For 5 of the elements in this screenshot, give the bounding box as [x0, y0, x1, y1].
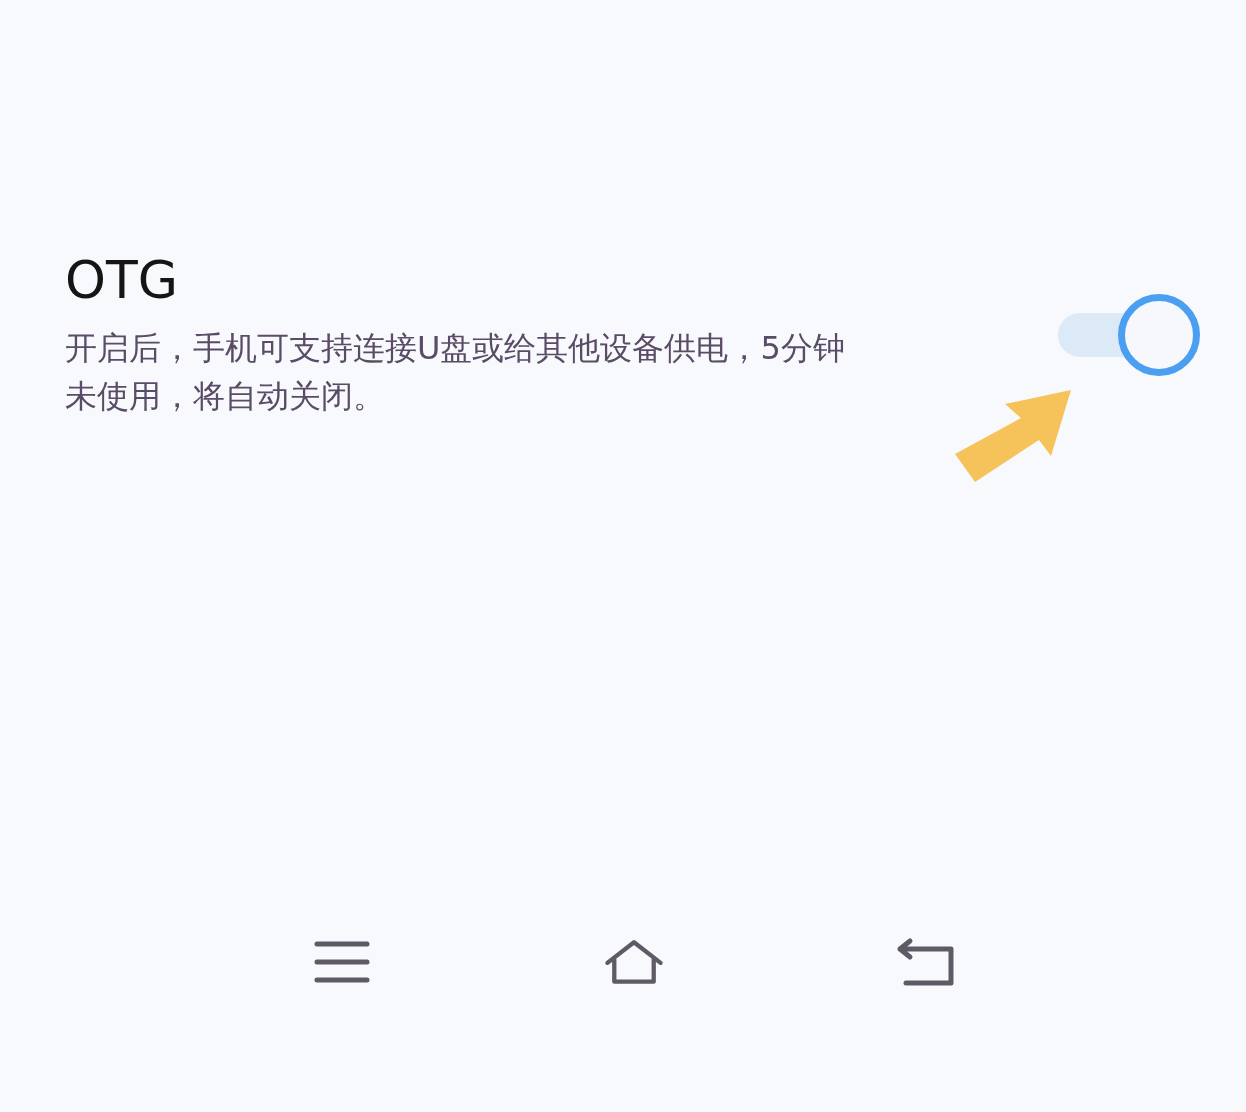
- toggle-switch[interactable]: [1058, 294, 1200, 376]
- menu-icon: [314, 940, 370, 984]
- back-icon: [896, 937, 956, 987]
- setting-title: OTG: [65, 250, 179, 310]
- setting-description: 开启后，手机可支持连接U盘或给其他设备供电，5分钟未使用，将自动关闭。: [65, 328, 846, 417]
